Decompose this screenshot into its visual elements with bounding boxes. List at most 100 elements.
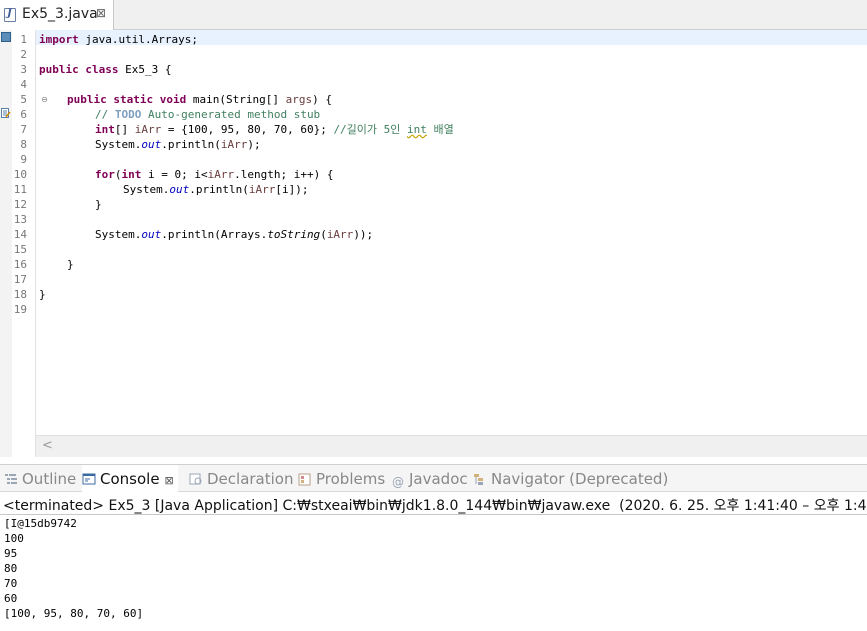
code-text: Ex5_3 { — [118, 63, 172, 76]
javadoc-icon: @ — [392, 475, 404, 489]
tab-label: Outline — [22, 470, 77, 488]
code-text: java.util.Arrays; — [78, 33, 198, 46]
line-number: 12 — [13, 198, 27, 211]
static-method: toString — [267, 228, 321, 241]
keyword: class — [78, 63, 119, 76]
code-text: ( — [114, 168, 122, 181]
divider — [0, 514, 867, 515]
code-line-5: public static void main(String[] args) { — [67, 92, 332, 107]
tab-declaration[interactable]: Declaration — [189, 465, 293, 493]
local-variable: iArr — [220, 138, 248, 151]
code-text: .println( — [161, 138, 221, 151]
code-text: main(String[] — [186, 93, 286, 106]
code-line-16: } — [67, 258, 74, 271]
code-text: .println(Arrays. — [161, 228, 268, 241]
console-output-line: 95 — [4, 547, 18, 560]
code-line-6: // TODO Auto-generated method stub — [95, 107, 320, 122]
tab-label: Navigator (Deprecated) — [491, 470, 669, 488]
code-line-10: for(int i = 0; i<iArr.length; i++) { — [95, 167, 333, 182]
code-text: ) { — [312, 93, 332, 106]
close-icon[interactable]: ⊠ — [96, 6, 106, 20]
annotation-ruler — [0, 30, 12, 457]
line-number: 2 — [20, 48, 27, 61]
code-text: [] — [114, 123, 135, 136]
code-text: ( — [320, 228, 327, 241]
code-line-18: } — [39, 288, 46, 301]
line-number: 7 — [20, 123, 27, 136]
outline-icon — [5, 474, 17, 484]
close-icon[interactable]: ⊠ — [165, 474, 174, 487]
code-text: System. — [95, 228, 142, 241]
spellcheck-word: int — [407, 123, 427, 136]
line-number: 5 — [20, 93, 27, 106]
keyword: void — [153, 93, 187, 106]
comment: // — [95, 108, 115, 121]
static-field: out — [169, 183, 190, 196]
console-output-line: [I@15db9742 — [4, 517, 77, 530]
code-line-3: public class Ex5_3 { — [39, 62, 171, 77]
local-variable: iArr — [134, 123, 162, 136]
local-variable: iArr — [326, 228, 354, 241]
code-text: )); — [353, 228, 374, 241]
tab-navigator[interactable]: Navigator (Deprecated) — [473, 465, 668, 493]
code-text: [i]); — [275, 183, 309, 196]
keyword: int — [95, 123, 115, 136]
line-number: 19 — [13, 303, 27, 316]
comment: //길이가 5인 — [333, 123, 408, 136]
console-output-line: 80 — [4, 562, 18, 575]
comment: 배열 — [426, 123, 454, 136]
code-line-7: int[] iArr = {100, 95, 80, 70, 60}; //길이… — [95, 122, 454, 137]
console-output-line: 60 — [4, 592, 18, 605]
tab-label: Problems — [316, 470, 386, 488]
tab-label: Javadoc — [409, 470, 468, 488]
code-editor[interactable]: 1 2 3 4 5 6 7 8 9 10 11 12 13 14 15 16 1… — [0, 30, 867, 457]
code-text: ); — [247, 138, 261, 151]
editor-tab-ex5-3[interactable]: J Ex5_3.java ⊠ — [0, 0, 114, 30]
occurrence-marker-icon — [1, 32, 11, 42]
fold-toggle-icon[interactable]: ⊖ — [40, 95, 49, 104]
todo-tag: TODO — [114, 108, 142, 121]
keyword: public — [67, 93, 107, 106]
java-file-icon: J — [4, 8, 16, 22]
keyword: public — [39, 63, 79, 76]
line-number: 3 — [20, 63, 27, 76]
line-number: 13 — [13, 213, 27, 226]
tab-javadoc[interactable]: @ Javadoc — [391, 465, 468, 493]
line-number: 18 — [13, 288, 27, 301]
tab-problems[interactable]: Problems — [298, 465, 385, 493]
task-marker-icon — [1, 108, 11, 118]
code-text: .length; i++) { — [234, 168, 334, 181]
code-text: i = 0; i< — [141, 168, 208, 181]
editor-tab-label: Ex5_3.java — [22, 6, 98, 22]
view-tab-bar: Outline Console ⊠ Declaration Problems @ J… — [0, 464, 867, 493]
code-line-14: System.out.println(Arrays.toString(iArr)… — [95, 227, 373, 242]
line-number: 4 — [20, 78, 27, 91]
code-text: = {100, 95, 80, 70, 60}; — [161, 123, 334, 136]
declaration-icon — [189, 473, 202, 485]
editor-tab-bar: J Ex5_3.java ⊠ — [0, 0, 867, 30]
line-number: 8 — [20, 138, 27, 151]
keyword: static — [106, 93, 154, 106]
console-status-line: <terminated> Ex5_3 [Java Application] C:… — [3, 498, 867, 514]
tab-outline[interactable]: Outline — [4, 465, 76, 493]
keyword: for — [95, 168, 115, 181]
code-line-8: System.out.println(iArr); — [95, 137, 261, 152]
console-output-line: [100, 95, 80, 70, 60] — [4, 607, 144, 620]
line-number: 16 — [13, 258, 27, 271]
scroll-left-icon[interactable]: < — [42, 438, 53, 453]
code-line-11: System.out.println(iArr[i]); — [123, 182, 308, 197]
line-number: 14 — [13, 228, 27, 241]
problems-icon — [298, 473, 311, 486]
line-number: 1 — [20, 33, 27, 46]
code-line-12: } — [95, 198, 102, 211]
line-number: 17 — [13, 273, 27, 286]
code-text: System. — [123, 183, 170, 196]
code-text: .println( — [189, 183, 249, 196]
tab-console[interactable]: Console ⊠ — [82, 465, 178, 493]
parameter: args — [285, 93, 313, 106]
static-field: out — [141, 228, 162, 241]
horizontal-scrollbar[interactable]: < — [36, 435, 867, 457]
line-number: 10 — [13, 168, 27, 181]
line-number: 9 — [20, 153, 27, 166]
line-number: 15 — [13, 243, 27, 256]
